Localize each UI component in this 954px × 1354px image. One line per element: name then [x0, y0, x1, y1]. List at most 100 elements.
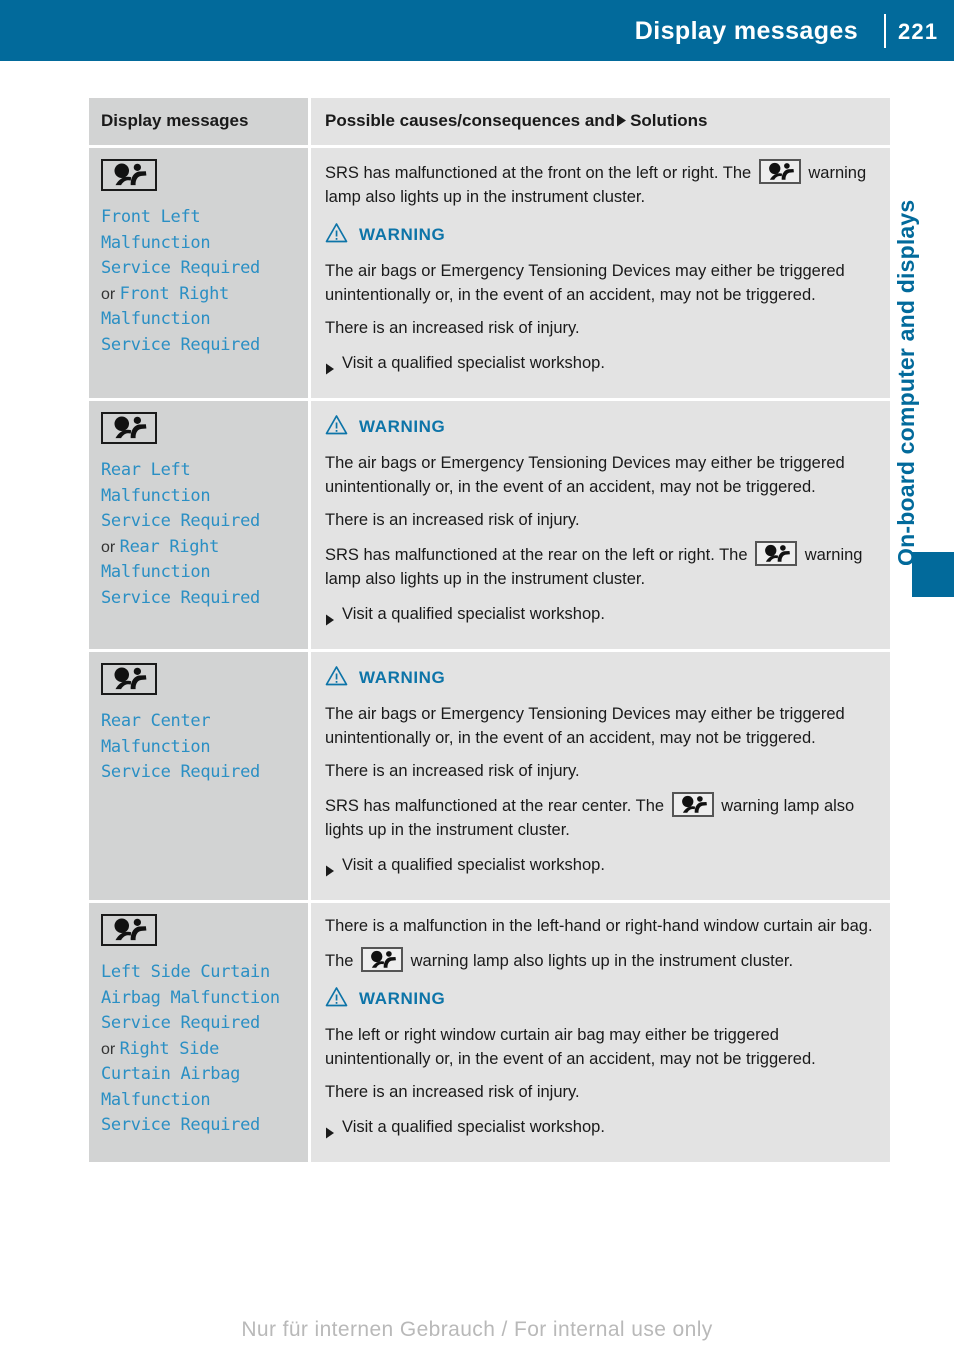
action-triangle-icon	[325, 1122, 335, 1146]
message-line: Malfunction	[101, 232, 211, 253]
warning-label: WARNING	[359, 989, 446, 1008]
srs-airbag-icon	[101, 159, 157, 191]
warning-heading: WARNING	[325, 986, 876, 1012]
warning-triangle-icon	[325, 222, 348, 248]
message-line: Service Required	[101, 334, 260, 355]
srs-airbag-icon	[101, 412, 157, 444]
message-cell: Left Side Curtain Airbag Malfunction Servi…	[89, 903, 308, 1162]
body-paragraph: There is an increased risk of injury.	[325, 319, 580, 337]
action-triangle-icon	[325, 860, 335, 884]
message-line: Front Left	[101, 207, 201, 227]
action-step: Visit a qualified specialist workshop.	[325, 1115, 876, 1146]
display-message-text: Front Left Malfunction Service Required or …	[101, 205, 296, 358]
body-paragraph-with-icon: SRS has malfunctioned at the front on th…	[325, 159, 876, 209]
paragraph-text-after: warning lamp also lights up in the instr…	[406, 952, 794, 970]
action-triangle-icon	[325, 609, 335, 633]
paragraph-text-before: The	[325, 952, 359, 970]
message-line: Left Side Curtain	[101, 962, 270, 982]
display-message-text: Rear Left Malfunction Service Required or R…	[101, 458, 296, 611]
srs-airbag-icon	[101, 663, 157, 695]
table-row: Front Left Malfunction Service Required or …	[89, 148, 890, 398]
message-code: Rear Right	[119, 536, 220, 557]
action-step: Visit a qualified specialist workshop.	[325, 853, 876, 884]
table-body: Front Left Malfunction Service Required or …	[89, 148, 890, 1162]
action-text: Visit a qualified specialist workshop.	[342, 856, 605, 874]
body-paragraph: There is an increased risk of injury.	[325, 1083, 580, 1101]
column-header-solutions: Solutions	[630, 111, 708, 130]
action-step: Visit a qualified specialist workshop.	[325, 602, 876, 633]
warning-triangle-icon	[325, 665, 348, 691]
body-paragraph: There is an increased risk of injury.	[325, 511, 580, 529]
warning-label: WARNING	[359, 225, 446, 244]
chapter-label: On-board computer and displays	[893, 199, 919, 566]
page-number: 221	[898, 19, 939, 44]
chapter-tab-marker	[912, 552, 954, 597]
message-code: Right Side	[119, 1038, 220, 1059]
body-paragraph: The air bags or Emergency Tensioning Dev…	[325, 705, 845, 747]
causes-solutions-cell: There is a malfunction in the left-hand …	[311, 903, 890, 1162]
message-line: Curtain Airbag	[101, 1064, 241, 1084]
message-line: Malfunction	[101, 1089, 211, 1110]
table-row: Rear Left Malfunction Service Required or R…	[89, 401, 890, 649]
body-paragraph: There is a malfunction in the left-hand …	[325, 917, 873, 935]
action-text: Visit a qualified specialist workshop.	[342, 605, 605, 623]
srs-airbag-icon	[758, 159, 801, 184]
body-paragraph: There is an increased risk of injury.	[325, 762, 580, 780]
message-line: Malfunction	[101, 485, 211, 506]
page-title: Display messages	[634, 17, 858, 45]
message-line: Rear Center	[101, 711, 211, 731]
message-cell: Rear Center Malfunction Service Required	[89, 652, 308, 900]
body-paragraph-with-icon: SRS has malfunctioned at the rear center…	[325, 792, 876, 842]
table-header-cell-right: Possible causes/consequences and Solution…	[311, 98, 890, 145]
action-text: Visit a qualified specialist workshop.	[342, 354, 605, 372]
causes-solutions-cell: WARNING The air bags or Emergency Tension…	[311, 652, 890, 900]
column-header-causes: Possible causes/consequences and	[325, 111, 616, 130]
message-connector: or	[101, 285, 120, 303]
srs-airbag-icon	[101, 914, 157, 946]
display-message-text: Rear Center Malfunction Service Required	[101, 709, 296, 786]
message-line: Service Required	[101, 1013, 260, 1033]
table-row: Left Side Curtain Airbag Malfunction Servi…	[89, 903, 890, 1162]
message-line: Malfunction	[101, 736, 211, 757]
paragraph-text-before: SRS has malfunctioned at the front on th…	[325, 164, 756, 182]
warning-heading: WARNING	[325, 222, 876, 248]
body-paragraph-with-icon: The warning lamp also lights up in the i…	[325, 947, 876, 973]
table-header-cell-left: Display messages	[89, 98, 308, 145]
page-header-bar: Display messages 221	[0, 0, 954, 61]
message-connector: or	[101, 538, 120, 556]
column-header-display-messages: Display messages	[101, 111, 249, 130]
action-triangle-icon	[325, 358, 335, 382]
srs-airbag-icon	[671, 792, 714, 817]
message-line: or Right Side	[101, 1037, 296, 1063]
warning-triangle-icon	[325, 414, 348, 440]
warning-label: WARNING	[359, 417, 446, 436]
action-step: Visit a qualified specialist workshop.	[325, 351, 876, 382]
message-line: Service Required	[101, 762, 260, 782]
message-cell: Front Left Malfunction Service Required or …	[89, 148, 308, 398]
message-code: Front Right	[119, 283, 230, 304]
header-divider	[884, 14, 886, 48]
display-message-text: Left Side Curtain Airbag Malfunction Servi…	[101, 960, 296, 1139]
table-header-row: Display messages Possible causes/consequ…	[89, 98, 890, 145]
body-paragraph: The air bags or Emergency Tensioning Dev…	[325, 262, 845, 304]
message-line: Rear Left	[101, 460, 191, 480]
message-connector: or	[101, 1040, 120, 1058]
warning-heading: WARNING	[325, 665, 876, 691]
warning-label: WARNING	[359, 668, 446, 687]
message-line: Service Required	[101, 511, 260, 531]
message-line: Service Required	[101, 258, 260, 278]
paragraph-text-before: SRS has malfunctioned at the rear on the…	[325, 546, 753, 564]
table-row: Rear Center Malfunction Service Required WA…	[89, 652, 890, 900]
message-line: Service Required	[101, 587, 260, 608]
body-paragraph: The air bags or Emergency Tensioning Dev…	[325, 454, 845, 496]
message-cell: Rear Left Malfunction Service Required or R…	[89, 401, 308, 649]
causes-solutions-cell: WARNING The air bags or Emergency Tension…	[311, 401, 890, 649]
action-text: Visit a qualified specialist workshop.	[342, 1118, 605, 1136]
message-line: Airbag Malfunction	[101, 987, 280, 1008]
srs-airbag-icon	[361, 947, 404, 972]
message-line: or Front Right	[101, 282, 296, 308]
message-line: Malfunction	[101, 309, 211, 329]
message-line: or Rear Right	[101, 535, 296, 561]
watermark: Nur für internen Gebrauch / For internal…	[241, 1318, 713, 1341]
warning-heading: WARNING	[325, 414, 876, 440]
